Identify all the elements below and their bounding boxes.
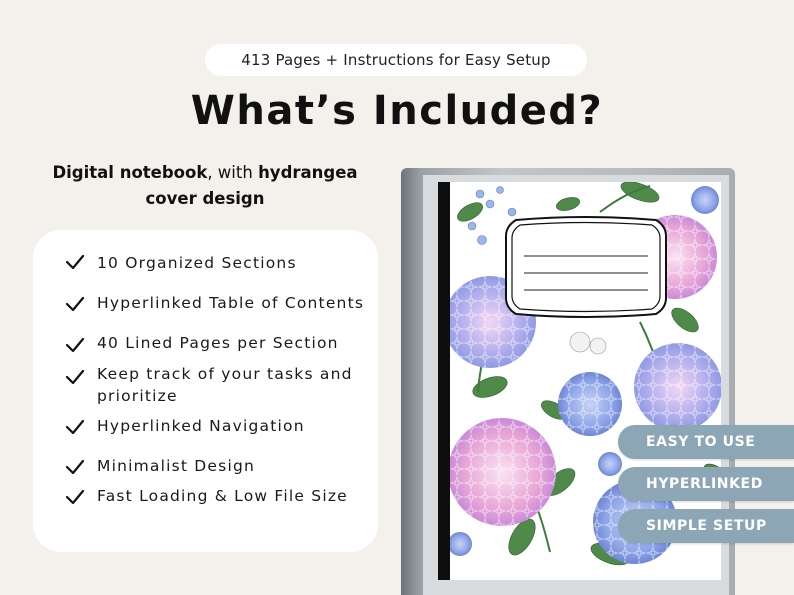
subtitle-text-1: , with xyxy=(207,163,259,182)
notebook-spine xyxy=(438,182,450,580)
top-badge-text: 413 Pages + Instructions for Easy Setup xyxy=(241,51,551,69)
tag-easy-to-use: EASY TO USE xyxy=(618,425,794,459)
tag-hyperlinked: HYPERLINKED xyxy=(618,467,794,501)
check-icon xyxy=(65,369,85,385)
subtitle-bold-3: cover design xyxy=(145,189,265,208)
feature-label: Hyperlinked Navigation xyxy=(97,417,305,435)
subtitle-bold-2: hydrangea xyxy=(258,163,358,182)
feature-label: Minimalist Design xyxy=(97,457,256,475)
cover-label xyxy=(505,216,667,318)
check-icon xyxy=(65,254,85,270)
feature-label: 40 Lined Pages per Section xyxy=(97,334,339,352)
feature-label: 10 Organized Sections xyxy=(97,254,297,272)
feature-label: Fast Loading & Low File Size xyxy=(97,487,348,505)
check-icon xyxy=(65,337,85,353)
check-icon xyxy=(65,459,85,475)
check-icon xyxy=(65,489,85,505)
check-icon xyxy=(65,296,85,312)
tag-label: SIMPLE SETUP xyxy=(646,518,767,534)
feature-label: Keep track of your tasks and prioritize xyxy=(97,365,353,405)
page-title: What’s Included? xyxy=(190,88,604,134)
check-icon xyxy=(65,419,85,435)
tag-label: HYPERLINKED xyxy=(646,476,763,492)
subtitle-bold-1: Digital notebook xyxy=(52,163,208,182)
tag-simple-setup: SIMPLE SETUP xyxy=(618,509,794,543)
top-badge: 413 Pages + Instructions for Easy Setup xyxy=(205,44,587,76)
subtitle: Digital notebook, with hydrangea cover d… xyxy=(40,160,370,212)
feature-label: Hyperlinked Table of Contents xyxy=(97,294,365,312)
tag-label: EASY TO USE xyxy=(646,434,756,450)
features-card: 10 Organized Sections Hyperlinked Table … xyxy=(33,230,378,552)
